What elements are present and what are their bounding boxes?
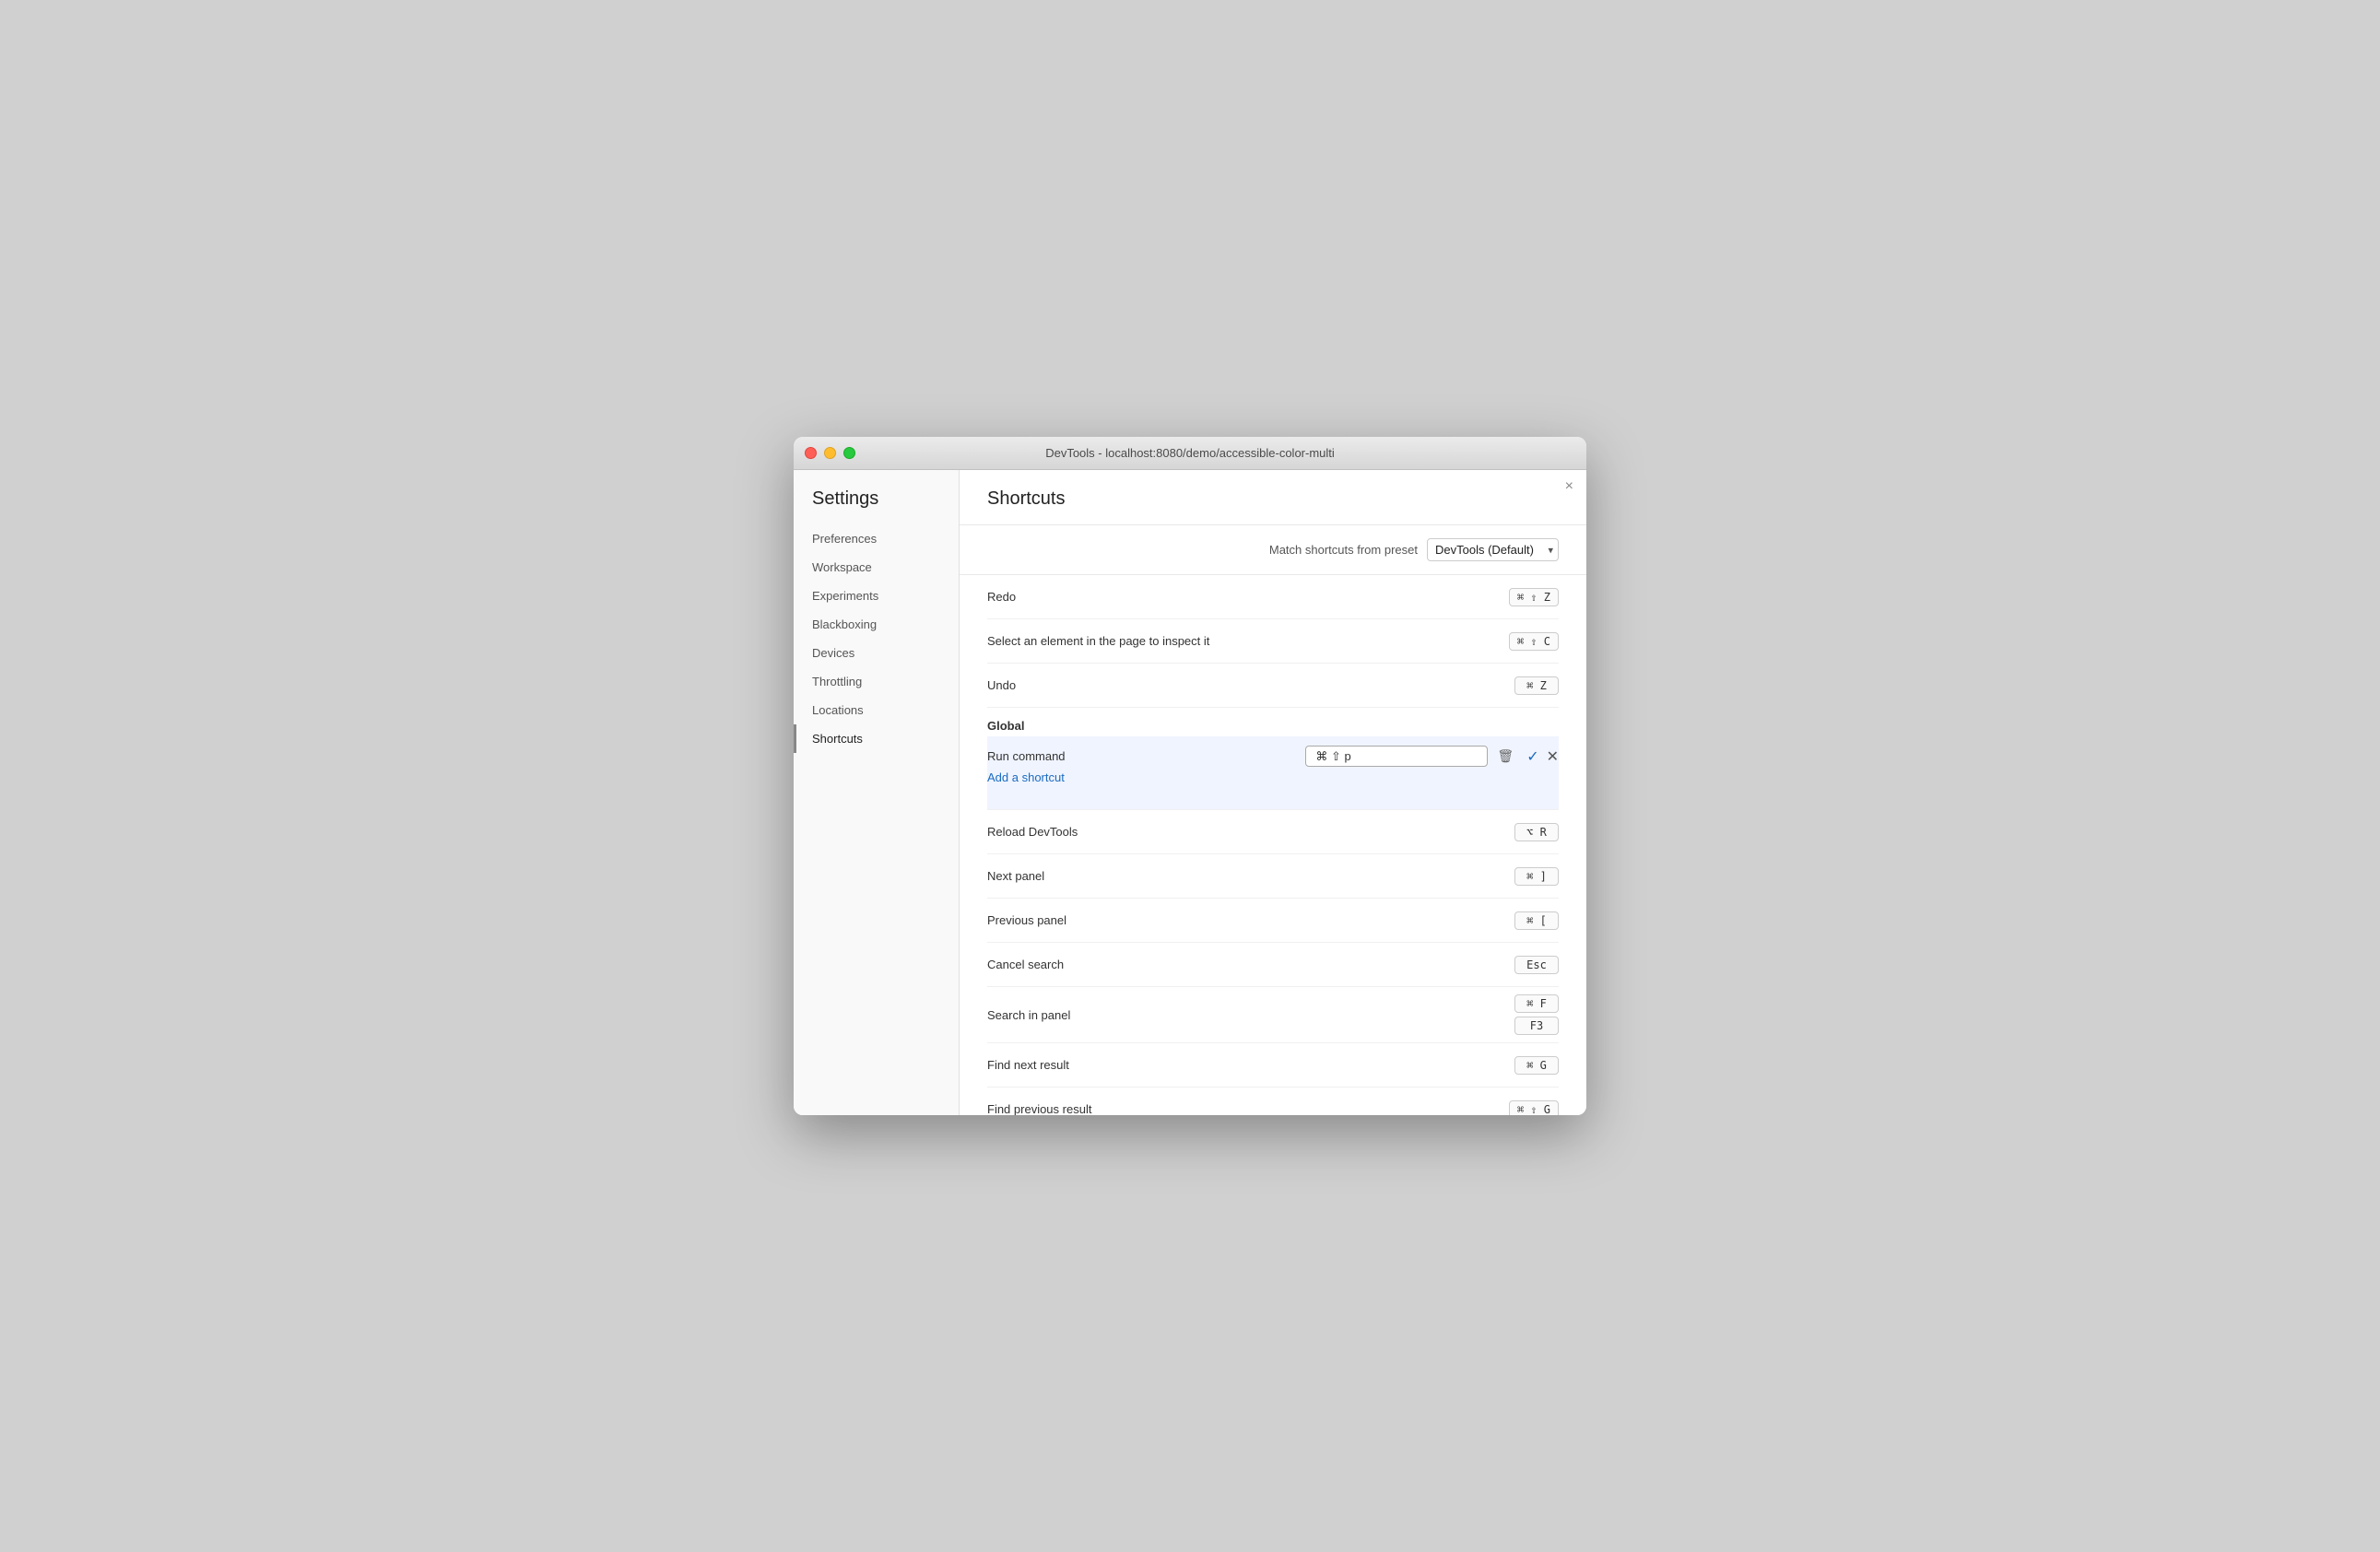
add-shortcut-link[interactable]: Add a shortcut — [987, 770, 1065, 784]
shortcut-row-previous-panel: Previous panel ⌘ [ — [987, 899, 1559, 943]
shortcut-keys-undo: ⌘ Z — [1514, 676, 1559, 695]
shortcut-row-reload-devtools: Reload DevTools ⌥ R — [987, 810, 1559, 854]
shortcut-row-undo: Undo ⌘ Z — [987, 664, 1559, 708]
run-command-edit: 🗑 — [1253, 746, 1518, 767]
shortcut-row-find-next: Find next result ⌘ G — [987, 1043, 1559, 1088]
shortcut-keys-next-panel: ⌘ ] — [1514, 867, 1559, 886]
key-badge: ⌘ ⇧ Z — [1509, 588, 1559, 606]
confirm-shortcut-button[interactable]: ✓ — [1526, 747, 1538, 766]
titlebar: DevTools - localhost:8080/demo/accessibl… — [794, 437, 1586, 470]
preset-select[interactable]: DevTools (Default) Visual Studio Code — [1427, 538, 1559, 561]
shortcut-keys-redo: ⌘ ⇧ Z — [1509, 588, 1559, 606]
shortcut-row-next-panel: Next panel ⌘ ] — [987, 854, 1559, 899]
shortcut-row-find-prev: Find previous result ⌘ ⇧ G — [987, 1088, 1559, 1115]
shortcuts-list: Redo ⌘ ⇧ Z Select an element in the page… — [960, 575, 1586, 1115]
shortcut-row-search-panel: Search in panel ⌘ F F3 — [987, 987, 1559, 1043]
preset-label: Match shortcuts from preset — [1269, 543, 1418, 557]
key-badge: ⌘ F — [1514, 994, 1559, 1013]
sidebar-item-blackboxing[interactable]: Blackboxing — [794, 610, 959, 639]
traffic-lights — [805, 447, 855, 459]
sidebar-item-locations[interactable]: Locations — [794, 696, 959, 724]
shortcut-row-redo: Redo ⌘ ⇧ Z — [987, 575, 1559, 619]
key-input[interactable] — [1305, 746, 1488, 767]
shortcut-row-cancel-search: Cancel search Esc — [987, 943, 1559, 987]
key-badge: ⌘ Z — [1514, 676, 1559, 695]
preset-select-wrapper: DevTools (Default) Visual Studio Code — [1427, 538, 1559, 561]
key-badge: Esc — [1514, 956, 1559, 974]
main-header: Shortcuts — [960, 470, 1586, 525]
cancel-shortcut-button[interactable]: ✕ — [1547, 747, 1559, 766]
sidebar-item-devices[interactable]: Devices — [794, 639, 959, 667]
key-badge: ⌘ G — [1514, 1056, 1559, 1075]
close-button[interactable]: × — [1565, 479, 1573, 494]
key-badge: ⌘ [ — [1514, 911, 1559, 930]
minimize-traffic-light[interactable] — [824, 447, 836, 459]
run-command-top: Run command 🗑 ✓ ✕ — [987, 746, 1559, 767]
window-title: DevTools - localhost:8080/demo/accessibl… — [1045, 446, 1335, 460]
sidebar: Settings Preferences Workspace Experimen… — [794, 470, 960, 1115]
shortcut-keys-reload: ⌥ R — [1514, 823, 1559, 841]
key-badge: ⌘ ⇧ G — [1509, 1100, 1559, 1116]
sidebar-item-workspace[interactable]: Workspace — [794, 553, 959, 582]
shortcut-keys-find-prev: ⌘ ⇧ G — [1509, 1100, 1559, 1116]
main-panel: × Shortcuts Match shortcuts from preset … — [960, 470, 1586, 1115]
shortcut-keys-cancel-search: Esc — [1514, 956, 1559, 974]
main-title: Shortcuts — [987, 488, 1065, 510]
sidebar-item-throttling[interactable]: Throttling — [794, 667, 959, 696]
preset-row: Match shortcuts from preset DevTools (De… — [960, 525, 1586, 575]
key-badge: ⌘ ⇧ C — [1509, 632, 1559, 651]
key-badge: ⌘ ] — [1514, 867, 1559, 886]
sidebar-item-experiments[interactable]: Experiments — [794, 582, 959, 610]
sidebar-heading: Settings — [794, 488, 959, 524]
global-section-header: Global — [987, 708, 1559, 736]
shortcut-keys-inspect: ⌘ ⇧ C — [1509, 632, 1559, 651]
shortcut-row-inspect: Select an element in the page to inspect… — [987, 619, 1559, 664]
shortcut-row-run-command: Run command 🗑 ✓ ✕ Add a shortcut — [987, 736, 1559, 810]
shortcut-keys-search-panel: ⌘ F F3 — [1514, 994, 1559, 1035]
sidebar-item-shortcuts[interactable]: Shortcuts — [794, 724, 959, 753]
shortcut-keys-find-next: ⌘ G — [1514, 1056, 1559, 1075]
key-badge: F3 — [1514, 1017, 1559, 1035]
devtools-window: DevTools - localhost:8080/demo/accessibl… — [794, 437, 1586, 1115]
maximize-traffic-light[interactable] — [843, 447, 855, 459]
key-badge: ⌥ R — [1514, 823, 1559, 841]
close-traffic-light[interactable] — [805, 447, 817, 459]
main-content: Settings Preferences Workspace Experimen… — [794, 470, 1586, 1115]
delete-shortcut-button[interactable]: 🗑 — [1493, 747, 1517, 766]
confirm-buttons: ✓ ✕ — [1517, 747, 1559, 766]
sidebar-item-preferences[interactable]: Preferences — [794, 524, 959, 553]
shortcut-keys-prev-panel: ⌘ [ — [1514, 911, 1559, 930]
